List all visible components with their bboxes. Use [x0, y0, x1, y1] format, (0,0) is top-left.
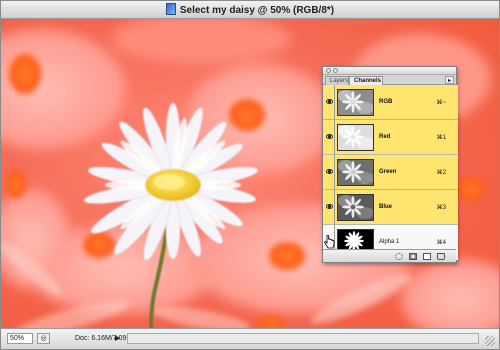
photoshop-document-window: Select my daisy @ 50% (RGB/8*) Layers Ch… [0, 0, 500, 350]
channel-thumbnail-red [337, 124, 374, 151]
panel-close-icon[interactable] [326, 68, 331, 73]
visibility-toggle[interactable] [323, 85, 335, 120]
channel-name: Alpha 1 [379, 239, 400, 245]
status-bar: 50% ◎ Doc: 6.16M/7.09M ▶ [1, 328, 499, 349]
visibility-toggle[interactable] [323, 190, 335, 225]
image-canvas[interactable]: Layers Channels ▸ RGB ⌘~ Red ⌘1 Green ⌘2… [1, 19, 499, 330]
channel-thumbnail-blue [337, 194, 374, 221]
channel-shortcut: ⌘~ [436, 100, 446, 106]
window-title-wrap: Select my daisy @ 50% (RGB/8*) [1, 3, 499, 16]
channel-name: RGB [379, 99, 393, 105]
zoom-field[interactable]: 50% [7, 333, 33, 344]
channels-panel: Layers Channels ▸ RGB ⌘~ Red ⌘1 Green ⌘2… [322, 66, 458, 263]
document-info: Doc: 6.16M/7.09M [75, 335, 133, 342]
window-title: Select my daisy @ 50% (RGB/8*) [179, 5, 335, 16]
panel-titlebar[interactable] [323, 67, 456, 75]
window-titlebar[interactable]: Select my daisy @ 50% (RGB/8*) [1, 1, 499, 19]
eye-icon [326, 169, 333, 174]
panel-menu-icon[interactable]: ▸ [445, 76, 454, 84]
channel-shortcut: ⌘1 [436, 135, 446, 141]
channel-thumbnail-green [337, 159, 374, 186]
info-menu-arrow-icon[interactable]: ▶ [115, 334, 120, 342]
tab-channels[interactable]: Channels [349, 76, 383, 85]
channel-shortcut: ⌘2 [436, 170, 446, 176]
channel-name: Red [379, 134, 391, 140]
eye-icon [326, 204, 333, 209]
visibility-toggle[interactable] [323, 120, 335, 155]
status-options-icon[interactable]: ◎ [37, 333, 50, 344]
channel-thumbnail-rgb [337, 89, 374, 116]
channel-shortcut: ⌘3 [436, 205, 446, 211]
tab-layers[interactable]: Layers [325, 76, 349, 85]
eye-icon [326, 134, 333, 139]
channel-row-rgb[interactable]: RGB ⌘~ [323, 85, 458, 120]
resize-grip-icon[interactable] [485, 336, 495, 346]
channel-row-blue[interactable]: Blue ⌘3 [323, 190, 458, 225]
horizontal-scrollbar[interactable] [127, 333, 479, 344]
delete-channel-icon[interactable] [437, 253, 445, 260]
save-selection-icon[interactable] [409, 253, 417, 260]
panel-footer [323, 249, 456, 262]
panel-minimize-icon[interactable] [333, 68, 338, 73]
channel-name: Blue [379, 204, 393, 210]
document-proxy-icon[interactable] [165, 3, 176, 15]
channel-name: Green [379, 169, 397, 175]
visibility-toggle[interactable] [323, 155, 335, 190]
eye-icon [326, 99, 333, 104]
panel-tabs: Layers Channels ▸ [323, 75, 456, 85]
new-channel-icon[interactable] [423, 253, 431, 260]
channel-shortcut: ⌘4 [436, 240, 446, 246]
channel-row-green[interactable]: Green ⌘2 [323, 155, 458, 190]
load-selection-icon[interactable] [395, 253, 403, 260]
channel-row-red[interactable]: Red ⌘1 [323, 120, 458, 155]
